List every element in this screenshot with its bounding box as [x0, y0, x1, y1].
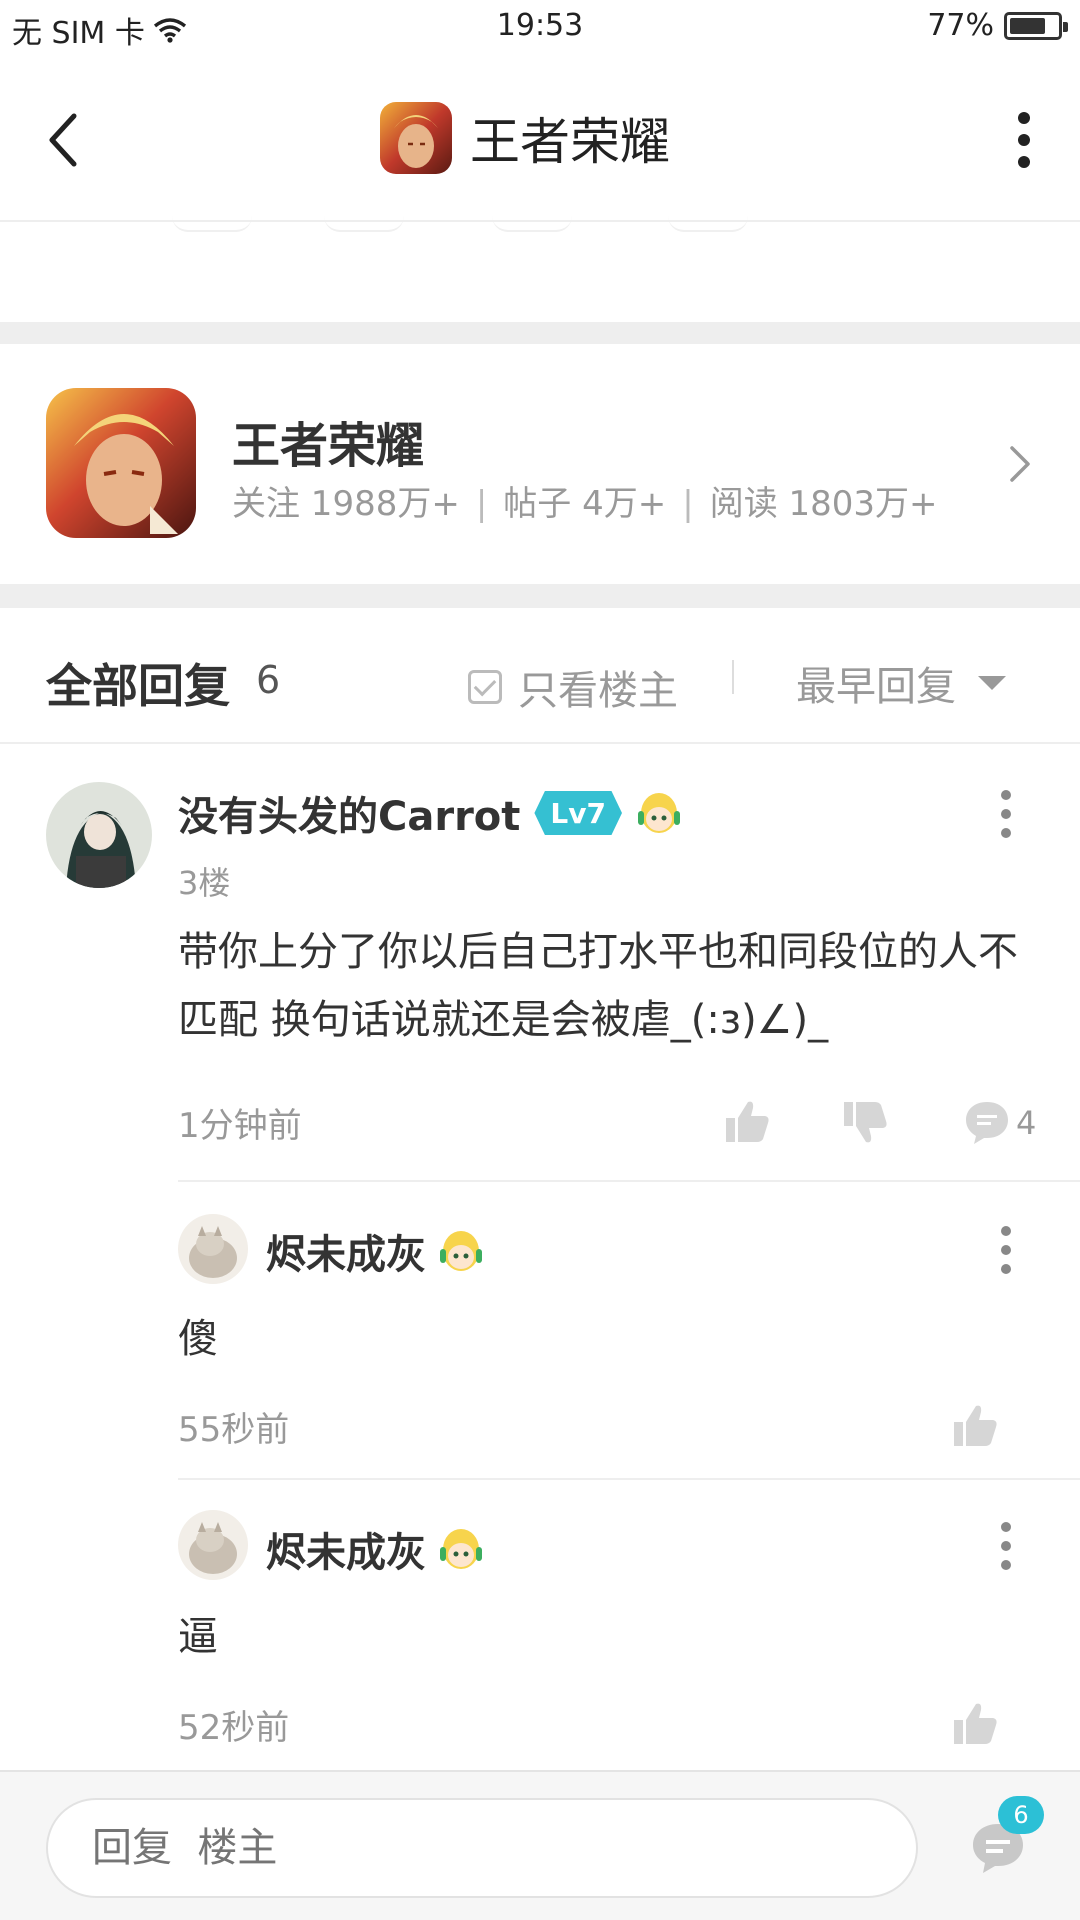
battery-percent: 77%	[927, 8, 994, 43]
section-gap	[0, 322, 1080, 344]
post-count: 帖子 4万+	[503, 484, 667, 524]
nav-title-group: 王者荣耀	[380, 102, 670, 174]
checkbox-icon[interactable]	[468, 670, 502, 704]
status-bar: 无 SIM 卡 19:53 77%	[0, 0, 1080, 56]
avatar[interactable]	[178, 1510, 248, 1580]
sub-reply-text: 逼	[178, 1614, 218, 1660]
sub-reply-username[interactable]: 烬未成灰	[266, 1520, 426, 1578]
mascot-badge-icon	[637, 793, 680, 833]
follow-count: 关注 1988万+	[232, 484, 460, 524]
sub-reply-user-row: 烬未成灰	[266, 1222, 484, 1280]
avatar[interactable]	[178, 1214, 248, 1284]
mascot-badge-icon	[440, 1529, 482, 1569]
comment-bubble-icon[interactable]	[962, 1098, 1012, 1148]
level-badge: Lv7	[534, 791, 622, 835]
forum-icon	[46, 388, 196, 538]
thumbs-down-icon[interactable]	[840, 1098, 890, 1148]
divider	[178, 1478, 1080, 1480]
forum-name: 王者荣耀	[232, 418, 425, 474]
sub-reply-time: 55秒前	[178, 1410, 290, 1450]
forum-card[interactable]: 王者荣耀 关注 1988万+ | 帖子 4万+ | 阅读 1803万+	[0, 344, 1080, 584]
thumbs-up-icon[interactable]	[950, 1698, 1000, 1748]
battery-indicator: 77%	[927, 8, 1068, 43]
comment-time: 1分钟前	[178, 1106, 302, 1146]
bottom-reply-bar: 6	[0, 1770, 1080, 1920]
only-op-toggle[interactable]: 只看楼主	[468, 658, 678, 716]
forum-stats: 关注 1988万+ | 帖子 4万+ | 阅读 1803万+	[232, 476, 938, 525]
comment-text: 带你上分了你以后自己打水平也和同段位的人不匹配 换句话说就还是会被虐_(:з)∠…	[178, 929, 1018, 1043]
comment-more-icon[interactable]	[1000, 790, 1012, 838]
thumbs-up-icon[interactable]	[722, 1096, 772, 1146]
read-count: 阅读 1803万+	[709, 484, 938, 524]
nav-bar: 王者荣耀	[0, 56, 1080, 222]
more-options-icon[interactable]	[1012, 112, 1036, 168]
sub-reply-more-icon[interactable]	[1000, 1522, 1012, 1570]
replies-header: 全部回复 6 只看楼主 最早回复	[0, 610, 1080, 744]
sort-label: 最早回复	[796, 664, 956, 710]
stats-separator: |	[475, 484, 488, 524]
collapsed-header-remnant	[0, 222, 1080, 234]
sub-reply-time: 52秒前	[178, 1708, 290, 1748]
divider	[178, 1180, 1080, 1182]
only-op-label: 只看楼主	[518, 668, 678, 714]
section-gap	[0, 584, 1080, 608]
thumbs-up-icon[interactable]	[950, 1400, 1000, 1450]
floor-number: 3楼	[178, 864, 231, 902]
sub-reply-more-icon[interactable]	[1000, 1226, 1012, 1274]
comment-user-row: 没有头发的Carrot Lv7	[178, 784, 682, 842]
reply-count: 4	[1016, 1104, 1037, 1142]
avatar[interactable]	[46, 782, 152, 888]
header-divider	[732, 660, 734, 694]
mascot-badge-icon	[440, 1231, 482, 1271]
battery-icon	[1004, 11, 1068, 40]
sub-reply-text: 傻	[178, 1316, 218, 1362]
sub-reply-username[interactable]: 烬未成灰	[266, 1222, 426, 1280]
sub-reply-user-row: 烬未成灰	[266, 1520, 484, 1578]
reply-input[interactable]	[46, 1798, 918, 1898]
caret-down-icon	[978, 676, 1006, 690]
battery-level-fill	[1010, 17, 1046, 34]
comment-username[interactable]: 没有头发的Carrot	[178, 784, 520, 842]
replies-count: 6	[256, 658, 281, 702]
clock: 19:53	[496, 8, 584, 43]
chevron-right-icon	[1010, 446, 1030, 482]
page-title: 王者荣耀	[470, 113, 670, 171]
sort-dropdown[interactable]: 最早回复	[796, 654, 1006, 712]
replies-title: 全部回复	[46, 659, 230, 713]
comments-count-badge: 6	[998, 1796, 1044, 1834]
back-arrow-icon[interactable]	[44, 112, 84, 168]
stats-separator: |	[682, 484, 694, 524]
game-app-icon	[380, 102, 452, 174]
